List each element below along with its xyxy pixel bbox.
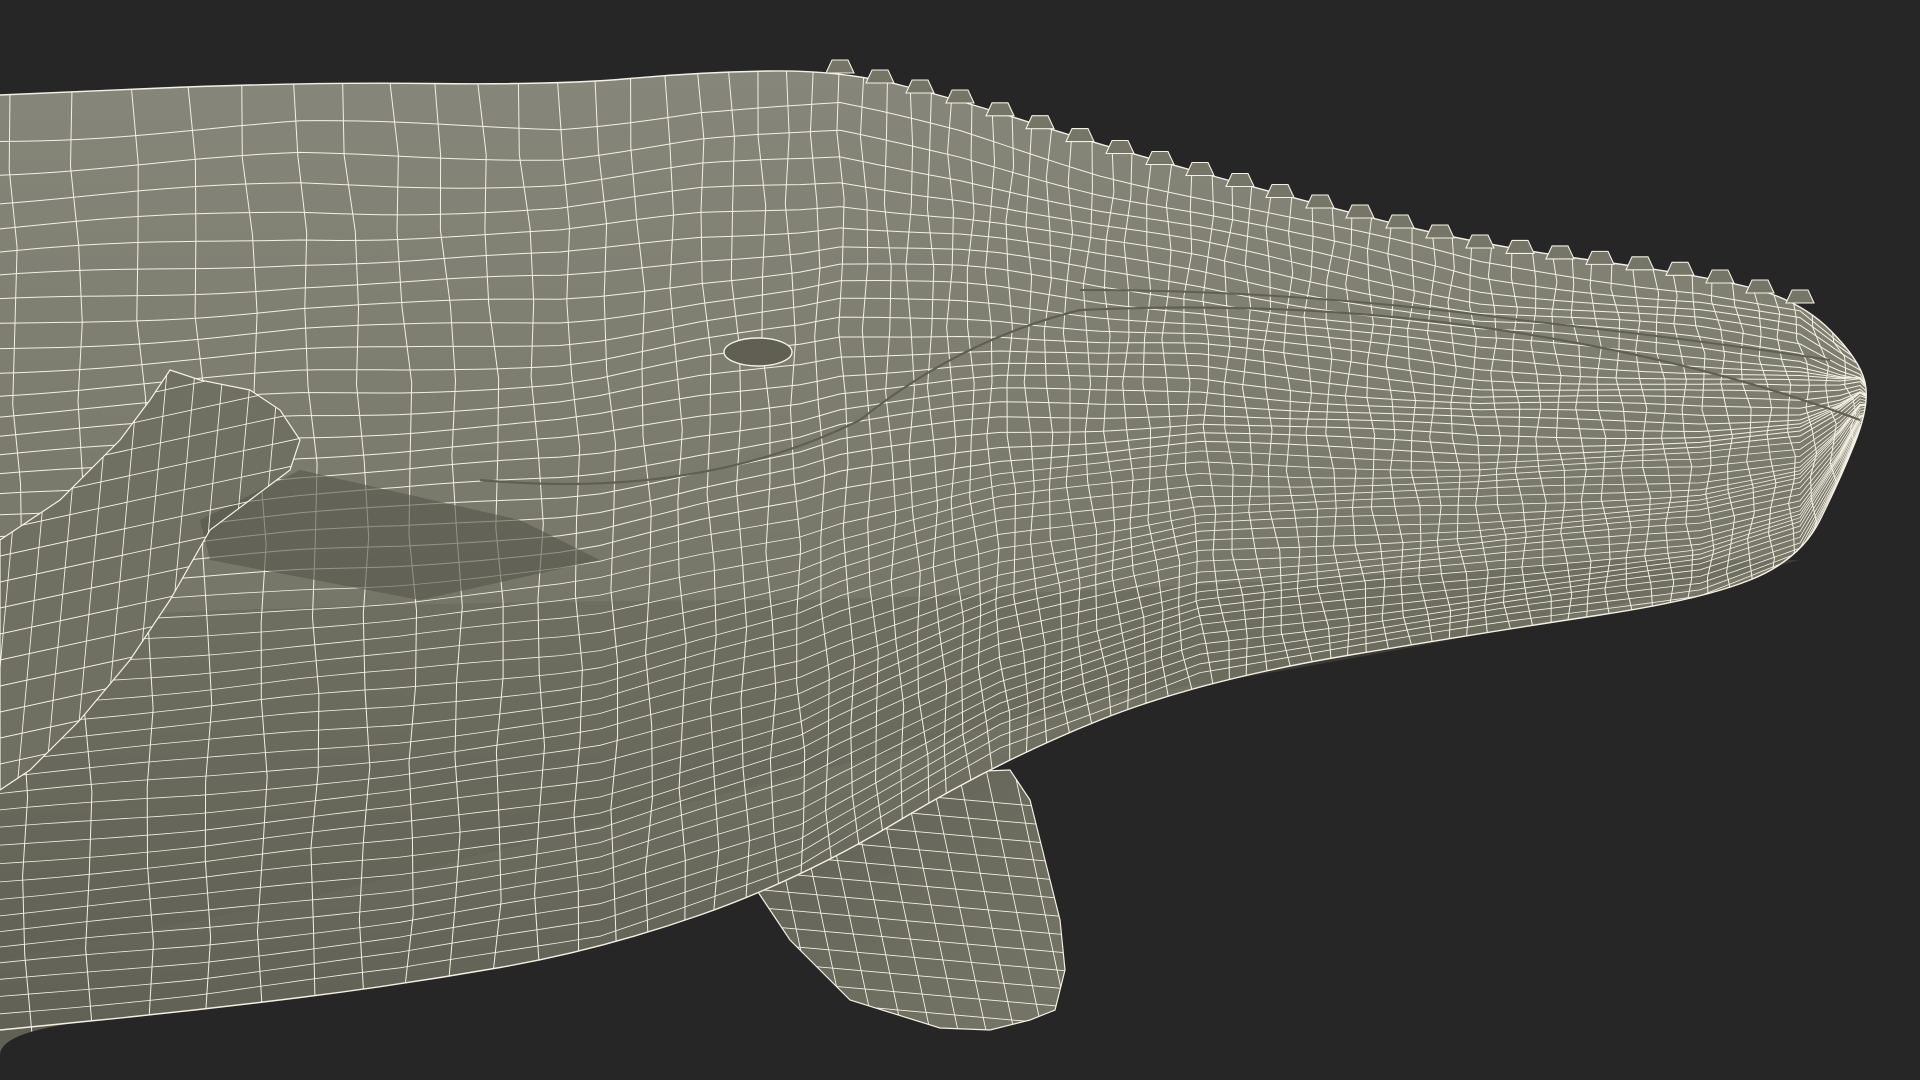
- wireframe-render: [0, 59, 1867, 1057]
- mesh-edge: [1068, 760, 1128, 1040]
- eye: [723, 337, 793, 367]
- render-viewport[interactable]: [0, 0, 1920, 1080]
